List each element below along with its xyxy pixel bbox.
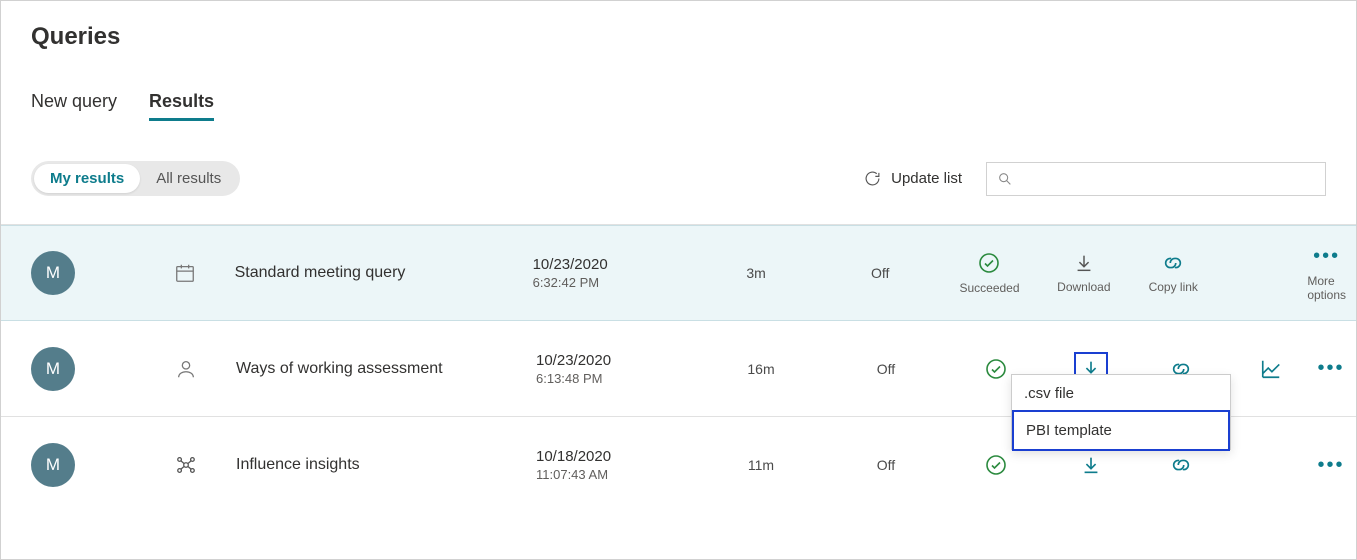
run-time: 6:13:48 PM (536, 371, 696, 386)
check-circle-icon (984, 453, 1008, 477)
more-options-button[interactable]: ••• (1316, 357, 1346, 380)
avatar: M (31, 347, 75, 391)
chart-icon (1259, 358, 1283, 380)
run-time: 6:32:42 PM (533, 275, 692, 290)
link-icon (1161, 252, 1185, 274)
query-name: Standard meeting query (235, 264, 533, 282)
results-table: M Standard meeting query 10/23/2020 6:32… (1, 224, 1356, 513)
check-circle-icon (977, 251, 1001, 275)
status-label: Succeeded (959, 281, 1019, 295)
visualize-button[interactable] (1226, 358, 1316, 380)
download-label: Download (1057, 280, 1110, 294)
copy-link-button[interactable] (1136, 454, 1226, 476)
run-time: 11:07:43 AM (536, 467, 696, 482)
page-title: Queries (31, 23, 1326, 51)
download-menu: .csv file PBI template (1011, 374, 1231, 450)
table-row[interactable]: M Standard meeting query 10/23/2020 6:32… (1, 225, 1356, 321)
copy-link-label: Copy link (1149, 280, 1198, 294)
more-options-button[interactable]: ••• (1316, 454, 1346, 477)
more-icon: ••• (1317, 357, 1344, 380)
download-button[interactable] (1046, 454, 1136, 476)
query-name: Influence insights (236, 456, 536, 474)
auto-refresh: Off (821, 265, 940, 281)
search-input[interactable] (1013, 171, 1315, 187)
update-list-label: Update list (891, 170, 962, 187)
duration: 11m (696, 457, 826, 473)
search-icon (997, 171, 1013, 187)
toolbar: My results All results Update list (31, 161, 1326, 196)
tab-results[interactable]: Results (149, 91, 214, 121)
duration: 3m (692, 265, 821, 281)
download-icon (1073, 252, 1095, 274)
network-icon (136, 454, 236, 476)
run-date: 10/23/2020 (536, 352, 696, 369)
download-csv-option[interactable]: .csv file (1012, 375, 1230, 412)
filter-my-results[interactable]: My results (34, 164, 140, 193)
more-options-button[interactable]: ••• More options (1307, 245, 1346, 302)
person-icon (136, 358, 236, 380)
copy-link-button[interactable]: Copy link (1129, 252, 1218, 294)
check-circle-icon (984, 357, 1008, 381)
search-box[interactable] (986, 162, 1326, 196)
query-name: Ways of working assessment (236, 360, 536, 378)
link-icon (1169, 454, 1193, 476)
auto-refresh: Off (826, 457, 946, 473)
avatar: M (31, 251, 75, 295)
results-filter-toggle: My results All results (31, 161, 240, 196)
duration: 16m (696, 361, 826, 377)
avatar: M (31, 443, 75, 487)
tabs: New query Results (31, 91, 1326, 121)
more-icon: ••• (1317, 454, 1344, 477)
download-pbi-option[interactable]: PBI template (1012, 410, 1230, 451)
more-label: More options (1307, 274, 1346, 302)
calendar-icon (135, 262, 234, 284)
update-list-button[interactable]: Update list (864, 170, 962, 187)
refresh-icon (864, 170, 881, 187)
filter-all-results[interactable]: All results (140, 164, 237, 193)
more-icon: ••• (1313, 245, 1340, 268)
auto-refresh: Off (826, 361, 946, 377)
run-date: 10/18/2020 (536, 448, 696, 465)
download-button[interactable]: Download (1039, 252, 1128, 294)
run-date: 10/23/2020 (533, 256, 692, 273)
download-icon (1080, 454, 1102, 476)
tab-new-query[interactable]: New query (31, 91, 117, 121)
